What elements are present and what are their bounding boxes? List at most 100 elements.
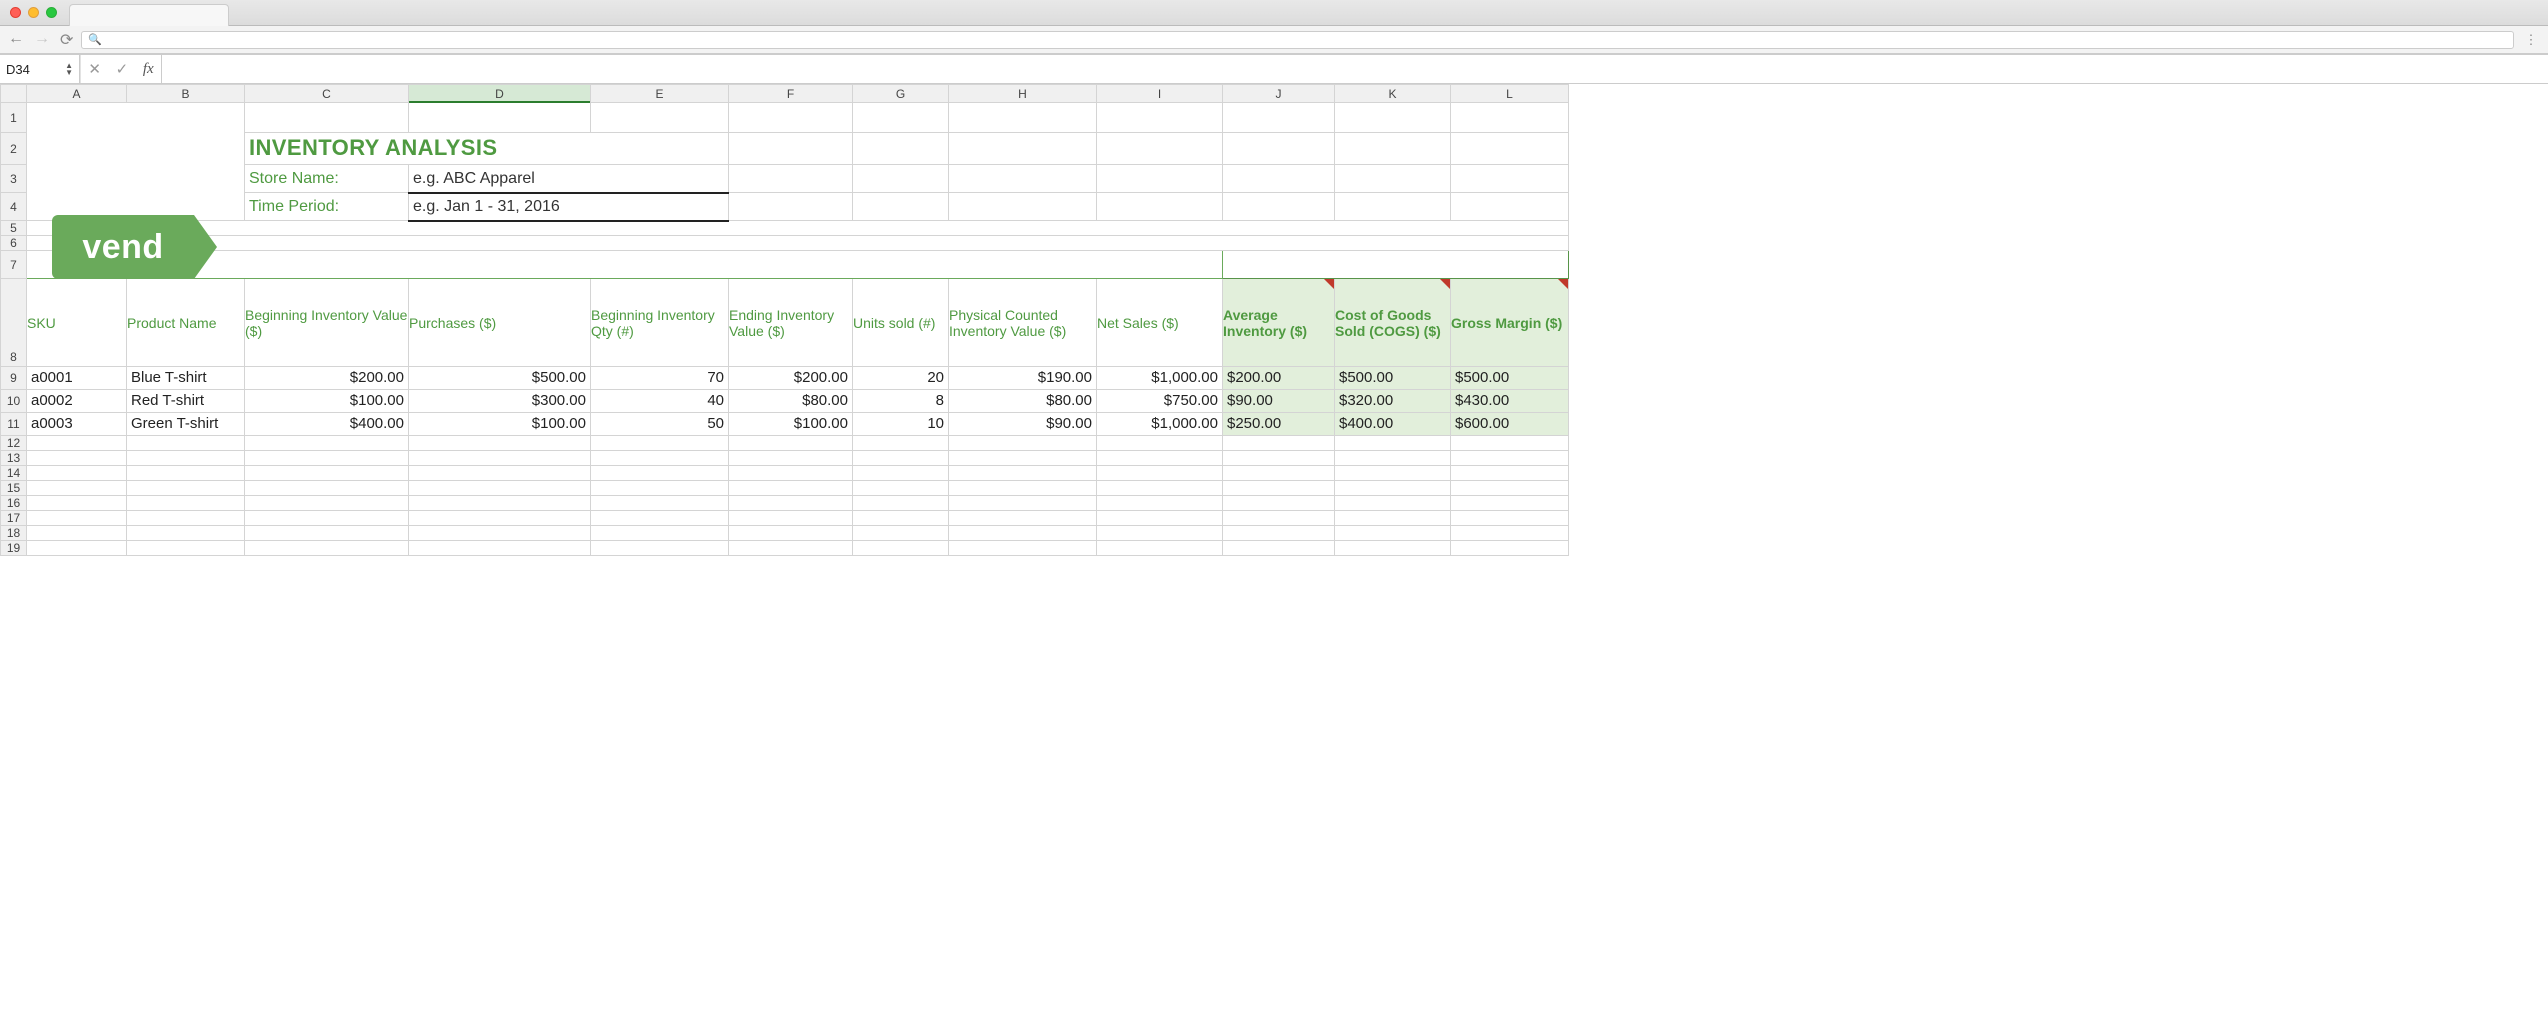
cell-L1[interactable] [1451, 103, 1569, 133]
row-header-4[interactable]: 4 [1, 193, 27, 221]
row-header-10[interactable]: 10 [1, 390, 27, 413]
hdr-avg-inventory[interactable]: Average Inventory ($) [1223, 279, 1335, 367]
cell-J11[interactable]: $250.00 [1223, 413, 1335, 436]
row-header-6[interactable]: 6 [1, 236, 27, 251]
fx-icon[interactable]: fx [143, 61, 154, 78]
cell-K1[interactable] [1335, 103, 1451, 133]
hdr-product-name[interactable]: Product Name [127, 279, 245, 367]
col-header-L[interactable]: L [1451, 85, 1569, 103]
cell-row6[interactable] [27, 236, 1569, 251]
cell-L9[interactable]: $500.00 [1451, 367, 1569, 390]
row-header-12[interactable]: 12 [1, 436, 27, 451]
row-header-11[interactable]: 11 [1, 413, 27, 436]
row-header-5[interactable]: 5 [1, 221, 27, 236]
row-header-3[interactable]: 3 [1, 165, 27, 193]
cell-L10[interactable]: $430.00 [1451, 390, 1569, 413]
col-header-E[interactable]: E [591, 85, 729, 103]
cell-K4[interactable] [1335, 193, 1451, 221]
cell-L4[interactable] [1451, 193, 1569, 221]
hdr-end-value[interactable]: Ending Inventory Value ($) [729, 279, 853, 367]
cell-H2[interactable] [949, 133, 1097, 165]
browser-tab[interactable] [69, 4, 229, 26]
cell-J1[interactable] [1223, 103, 1335, 133]
row-header-19[interactable]: 19 [1, 541, 27, 556]
cell-H11[interactable]: $90.00 [949, 413, 1097, 436]
cell-H4[interactable] [949, 193, 1097, 221]
hdr-net-sales[interactable]: Net Sales ($) [1097, 279, 1223, 367]
hdr-begin-qty[interactable]: Beginning Inventory Qty (#) [591, 279, 729, 367]
cell-K10[interactable]: $320.00 [1335, 390, 1451, 413]
cell-title[interactable]: INVENTORY ANALYSIS [245, 133, 729, 165]
col-header-B[interactable]: B [127, 85, 245, 103]
col-header-G[interactable]: G [853, 85, 949, 103]
cell-G2[interactable] [853, 133, 949, 165]
cell-F3[interactable] [729, 165, 853, 193]
cell-I3[interactable] [1097, 165, 1223, 193]
row-header-17[interactable]: 17 [1, 511, 27, 526]
cell-G1[interactable] [853, 103, 949, 133]
minimize-window-icon[interactable] [28, 7, 39, 18]
cell-H10[interactable]: $80.00 [949, 390, 1097, 413]
accept-formula-icon[interactable]: ✓ [116, 60, 129, 78]
cell-G4[interactable] [853, 193, 949, 221]
cell-E9[interactable]: 70 [591, 367, 729, 390]
hdr-cogs[interactable]: Cost of Goods Sold (COGS) ($) [1335, 279, 1451, 367]
cell-G11[interactable]: 10 [853, 413, 949, 436]
cell-G10[interactable]: 8 [853, 390, 949, 413]
cell-A11[interactable]: a0003 [27, 413, 127, 436]
col-header-J[interactable]: J [1223, 85, 1335, 103]
cell-I1[interactable] [1097, 103, 1223, 133]
cell-store-label[interactable]: Store Name: [245, 165, 409, 193]
banner-calc-region[interactable] [1223, 251, 1569, 279]
row-header-9[interactable]: 9 [1, 367, 27, 390]
hdr-begin-value[interactable]: Beginning Inventory Value ($) [245, 279, 409, 367]
formula-input[interactable] [161, 55, 2548, 83]
cell-G3[interactable] [853, 165, 949, 193]
row-header-8[interactable]: 8 [1, 279, 27, 367]
address-input[interactable]: 🔍 [81, 31, 2514, 49]
cell-K3[interactable] [1335, 165, 1451, 193]
cell-F1[interactable] [729, 103, 853, 133]
cell-L11[interactable]: $600.00 [1451, 413, 1569, 436]
row-header-2[interactable]: 2 [1, 133, 27, 165]
close-window-icon[interactable] [10, 7, 21, 18]
cell-E1[interactable] [591, 103, 729, 133]
hdr-purchases[interactable]: Purchases ($) [409, 279, 591, 367]
cell-L3[interactable] [1451, 165, 1569, 193]
row-header-13[interactable]: 13 [1, 451, 27, 466]
cell-F9[interactable]: $200.00 [729, 367, 853, 390]
cell-row5[interactable] [27, 221, 1569, 236]
row-header-14[interactable]: 14 [1, 466, 27, 481]
cell-I9[interactable]: $1,000.00 [1097, 367, 1223, 390]
hdr-margin[interactable]: Gross Margin ($) [1451, 279, 1569, 367]
cell-A9[interactable]: a0001 [27, 367, 127, 390]
cell-E10[interactable]: 40 [591, 390, 729, 413]
cell-C1[interactable] [245, 103, 409, 133]
cell-G9[interactable]: 20 [853, 367, 949, 390]
browser-menu-icon[interactable]: ⋮ [2522, 32, 2540, 48]
cell-period-label[interactable]: Time Period: [245, 193, 409, 221]
name-box-stepper[interactable]: ▲▼ [65, 62, 73, 76]
row-header-16[interactable]: 16 [1, 496, 27, 511]
cell-C11[interactable]: $400.00 [245, 413, 409, 436]
cell-H3[interactable] [949, 165, 1097, 193]
row-header-7[interactable]: 7 [1, 251, 27, 279]
row-header-18[interactable]: 18 [1, 526, 27, 541]
cell-H9[interactable]: $190.00 [949, 367, 1097, 390]
cell-period-value[interactable]: e.g. Jan 1 - 31, 2016 [409, 193, 729, 221]
cell-I4[interactable] [1097, 193, 1223, 221]
reload-icon[interactable]: ⟳ [60, 30, 73, 50]
maximize-window-icon[interactable] [46, 7, 57, 18]
hdr-sku[interactable]: SKU [27, 279, 127, 367]
cell-F11[interactable]: $100.00 [729, 413, 853, 436]
cell-F4[interactable] [729, 193, 853, 221]
cell-D10[interactable]: $300.00 [409, 390, 591, 413]
cell-store-value[interactable]: e.g. ABC Apparel [409, 165, 729, 193]
row-header-1[interactable]: 1 [1, 103, 27, 133]
cell-I10[interactable]: $750.00 [1097, 390, 1223, 413]
cell-D11[interactable]: $100.00 [409, 413, 591, 436]
cell-J9[interactable]: $200.00 [1223, 367, 1335, 390]
col-header-F[interactable]: F [729, 85, 853, 103]
cell-K9[interactable]: $500.00 [1335, 367, 1451, 390]
cell-L2[interactable] [1451, 133, 1569, 165]
